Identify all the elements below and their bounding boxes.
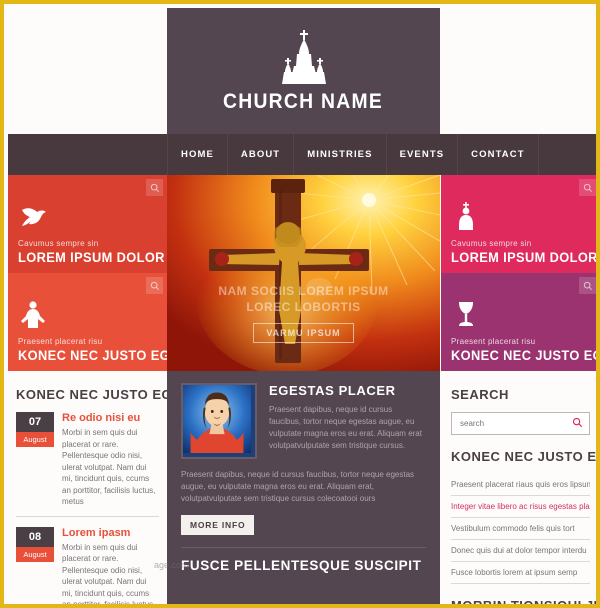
post-title[interactable]: Lorem ipasm <box>62 527 159 539</box>
link-list-heading: KONEC NEC JUSTO EGET <box>451 449 597 464</box>
search-box[interactable] <box>451 412 590 435</box>
promo-block-right-top[interactable]: Cavumus sempre sin LOREM IPSUM DOLOR <box>441 175 598 273</box>
promo-title: LOREM IPSUM DOLOR <box>451 250 598 265</box>
nav-left-spacer <box>8 134 167 175</box>
more-info-button[interactable]: MORE INFO <box>181 515 255 535</box>
media-title: EGESTAS PLACER <box>269 383 396 398</box>
media-block: EGESTAS PLACER Praesent dapibus, neque i… <box>181 383 426 459</box>
promo-title: KONEC NEC JUSTO EGET <box>451 348 596 363</box>
chalice-icon <box>451 299 481 329</box>
dove-icon <box>18 201 48 231</box>
search-heading: SEARCH <box>451 387 509 402</box>
list-item[interactable]: Donec quis dui at dolor tempor interdu <box>451 540 590 562</box>
list-item[interactable]: Integer vitae libero ac risus egestas pl… <box>451 496 590 518</box>
left-content-column: KONEC NEC JUSTO EGET 07 August Re odio n… <box>8 375 167 608</box>
list-item[interactable]: Praesent placerat riaus quis eros lipsum <box>451 474 590 496</box>
hero-caption: NAM SOCIIS LOREM IPSUM LOREC LOBORTIS VA… <box>167 283 440 343</box>
promo-block-right-bottom[interactable]: Praesent placerat risu KONEC NEC JUSTO E… <box>441 273 596 371</box>
magnifier-icon[interactable] <box>579 277 596 294</box>
post-text: Morbi in sem quis dui placerat or rare. … <box>62 428 156 506</box>
post-title[interactable]: Re odio nisi eu <box>62 412 159 424</box>
date-month: August <box>16 546 54 562</box>
nav-items: HOME ABOUT MINISTRIES EVENTS CONTACT <box>167 134 539 175</box>
date-month: August <box>16 432 54 447</box>
nav-item-events[interactable]: EVENTS <box>387 134 459 175</box>
promo-subtitle: Praesent placerat risu <box>18 337 103 346</box>
post-body: Lorem ipasm Morbi in sem quis dui placer… <box>62 527 159 608</box>
right-tail-heading: MORBIN TIONSIOUI JURI <box>451 598 596 608</box>
search-input[interactable] <box>458 418 572 429</box>
hero-cta-button[interactable]: VARMU IPSUM <box>253 323 354 343</box>
date-badge: 07 August <box>16 412 54 508</box>
promo-subtitle: Cavumus sempre sin <box>18 239 99 248</box>
promo-title: KONEC NEC JUSTO EGET <box>18 348 167 363</box>
hero-slider[interactable]: NAM SOCIIS LOREM IPSUM LOREC LOBORTIS VA… <box>167 175 440 371</box>
list-item[interactable]: Fusce lobortis lorem at ipsum semp <box>451 562 590 584</box>
sidebar-link-list: Praesent placerat riaus quis eros lipsum… <box>451 474 590 584</box>
jesus-portrait-photo[interactable] <box>181 383 257 459</box>
church-building-icon <box>268 28 340 86</box>
center-content-column: EGESTAS PLACER Praesent dapibus, neque i… <box>167 371 440 604</box>
nav-item-home[interactable]: HOME <box>167 134 228 175</box>
nav-item-about[interactable]: ABOUT <box>228 134 295 175</box>
nav-item-ministries[interactable]: MINISTRIES <box>294 134 387 175</box>
post-item[interactable]: 08 August Lorem ipasm Morbi in sem quis … <box>16 515 159 608</box>
date-day: 07 <box>16 412 54 432</box>
magnifier-icon[interactable] <box>146 277 163 294</box>
list-item[interactable]: Vestibulum commodo felis quis tort <box>451 518 590 540</box>
hero-line-1: NAM SOCIIS LOREM IPSUM <box>218 284 389 298</box>
post-body: Re odio nisi eu Morbi in sem quis dui pl… <box>62 412 159 508</box>
praying-figure-icon <box>18 299 48 329</box>
magnifier-icon[interactable] <box>579 179 596 196</box>
section-divider <box>181 547 426 548</box>
hero-line-2: LOREC LOBORTIS <box>246 300 361 314</box>
promo-title: LOREM IPSUM DOLOR <box>18 250 165 265</box>
center-bottom-heading: FUSCE PELLENTESQUE SUSCIPIT <box>181 558 422 573</box>
bishop-figure-icon <box>451 201 481 231</box>
center-body-text: Praesent dapibus, neque id cursus faucib… <box>181 470 415 503</box>
date-day: 08 <box>16 526 54 547</box>
promo-block-left-top[interactable]: Cavumus sempre sin LOREM IPSUM DOLOR <box>8 175 167 273</box>
post-item[interactable]: 07 August Re odio nisi eu Morbi in sem q… <box>16 412 159 508</box>
post-text: Morbi in sem quis dui placerat or rare. … <box>62 542 156 608</box>
media-text: Praesent dapibus, neque id cursus faucib… <box>269 405 422 450</box>
promo-block-left-bottom[interactable]: Praesent placerat risu KONEC NEC JUSTO E… <box>8 273 167 371</box>
magnifier-icon[interactable] <box>146 179 163 196</box>
nav-item-contact[interactable]: CONTACT <box>458 134 539 175</box>
site-header: CHURCH NAME <box>167 8 440 134</box>
site-title: CHURCH NAME <box>223 90 384 113</box>
date-badge: 08 August <box>16 526 54 605</box>
main-navigation: HOME ABOUT MINISTRIES EVENTS CONTACT <box>8 134 596 175</box>
right-sidebar-column: SEARCH KONEC NEC JUSTO EGET Praesent pla… <box>441 375 597 608</box>
media-copy: EGESTAS PLACER Praesent dapibus, neque i… <box>269 383 426 459</box>
left-column-heading: KONEC NEC JUSTO EGET <box>16 387 167 402</box>
promo-subtitle: Cavumus sempre sin <box>451 239 532 248</box>
promo-subtitle: Praesent placerat risu <box>451 337 536 346</box>
page-root: CHURCH NAME HOME ABOUT MINISTRIES EVENTS… <box>0 0 600 608</box>
magnifier-icon[interactable] <box>572 415 583 433</box>
